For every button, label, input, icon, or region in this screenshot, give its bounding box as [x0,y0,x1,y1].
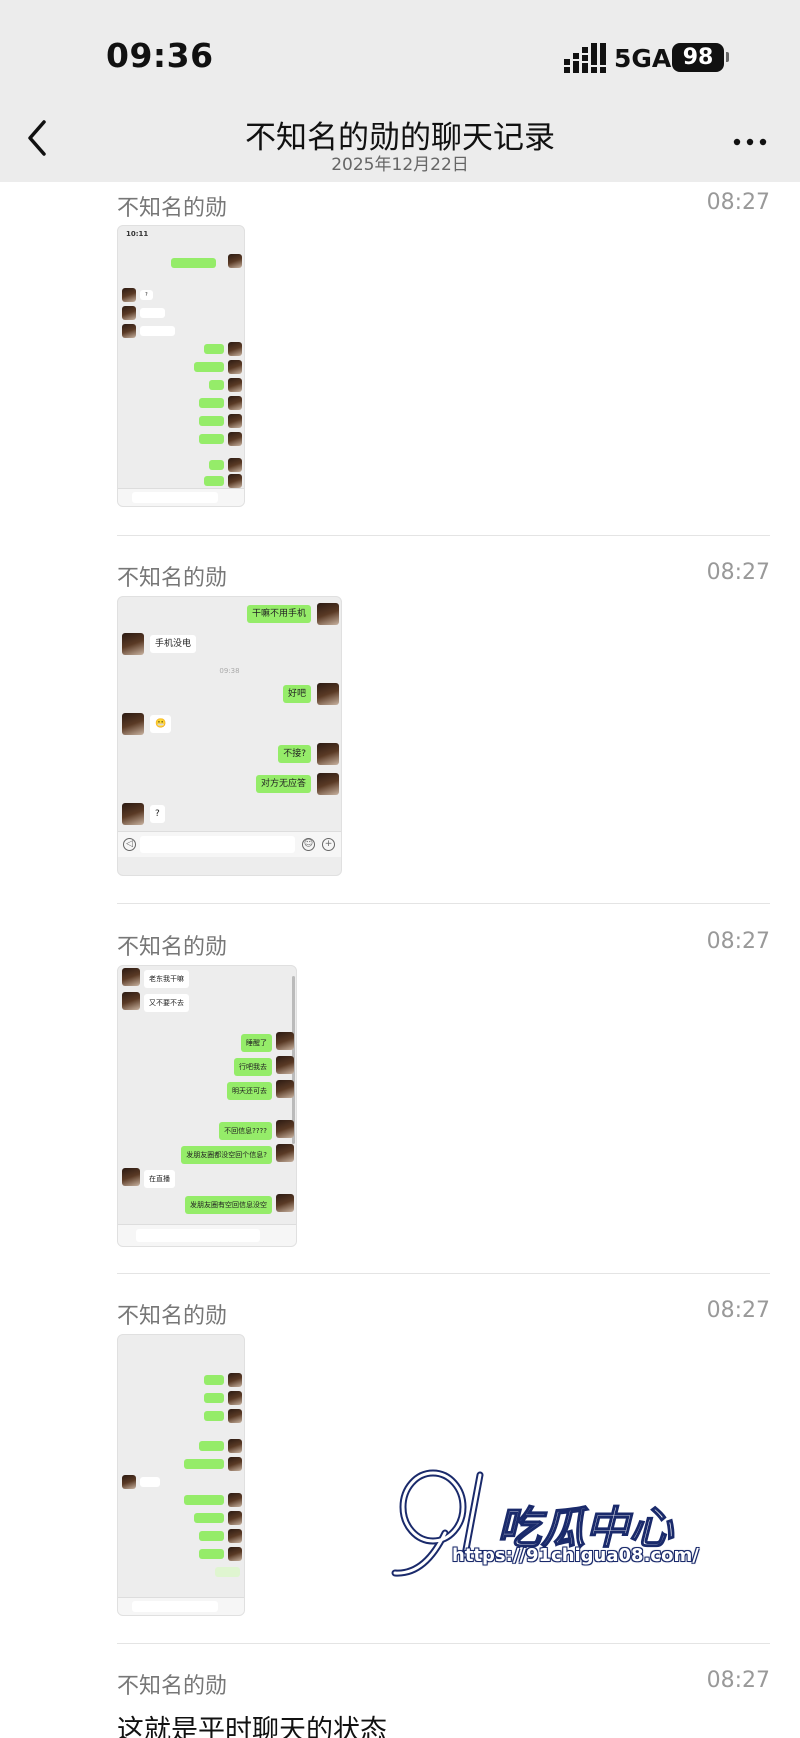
battery-icon: 98 [672,43,724,72]
top-bar: 09:36 5GA 98 不知名的勋的聊天记录 2025年12月22日 [0,0,800,182]
message-time: 08:27 [706,929,770,954]
network-label: 5GA [614,44,672,73]
message-time: 08:27 [706,1298,770,1323]
chat-screenshot-image[interactable] [117,1334,245,1616]
chat-screenshot-image[interactable]: 干嘛不用手机 手机没电 09:38 好吧 😬 不接? 对方无应答 ? ◁ ☺ + [117,596,342,876]
battery-nub [726,52,729,62]
sender-name: 不知名的勋 [117,935,228,960]
chat-screenshot-image[interactable]: 老东我干嘛 又不要不去 睡醒了 行吧我去 明天还可去 不回信息???? 发朋友圈… [117,965,297,1247]
divider [117,535,770,536]
sender-name: 不知名的勋 [117,196,228,221]
message-entry: 不知名的勋 08:27 [117,560,770,600]
divider [117,903,770,904]
chat-screenshot-image[interactable]: 10:11 ? [117,225,245,507]
sender-name: 不知名的勋 [117,1304,228,1329]
divider [117,1273,770,1274]
message-time: 08:27 [706,1668,770,1693]
watermark-url: https://91chigua08.com/ [452,1545,699,1566]
sender-name: 不知名的勋 [117,1674,228,1699]
message-entry: 不知名的勋 08:27 [117,929,770,969]
signal-icon [564,43,606,73]
divider [117,1643,770,1644]
page-subtitle-date: 2025年12月22日 [331,155,469,175]
message-entry: 不知名的勋 08:27 这就是平时聊天的状态 [117,1668,770,1738]
more-icon[interactable] [730,128,770,156]
message-time: 08:27 [706,190,770,215]
message-entry: 不知名的勋 08:27 [117,1298,770,1338]
message-time: 08:27 [706,560,770,585]
message-text: 这就是平时聊天的状态 [117,1715,387,1738]
status-time: 09:36 [106,36,214,75]
sender-name: 不知名的勋 [117,566,228,591]
